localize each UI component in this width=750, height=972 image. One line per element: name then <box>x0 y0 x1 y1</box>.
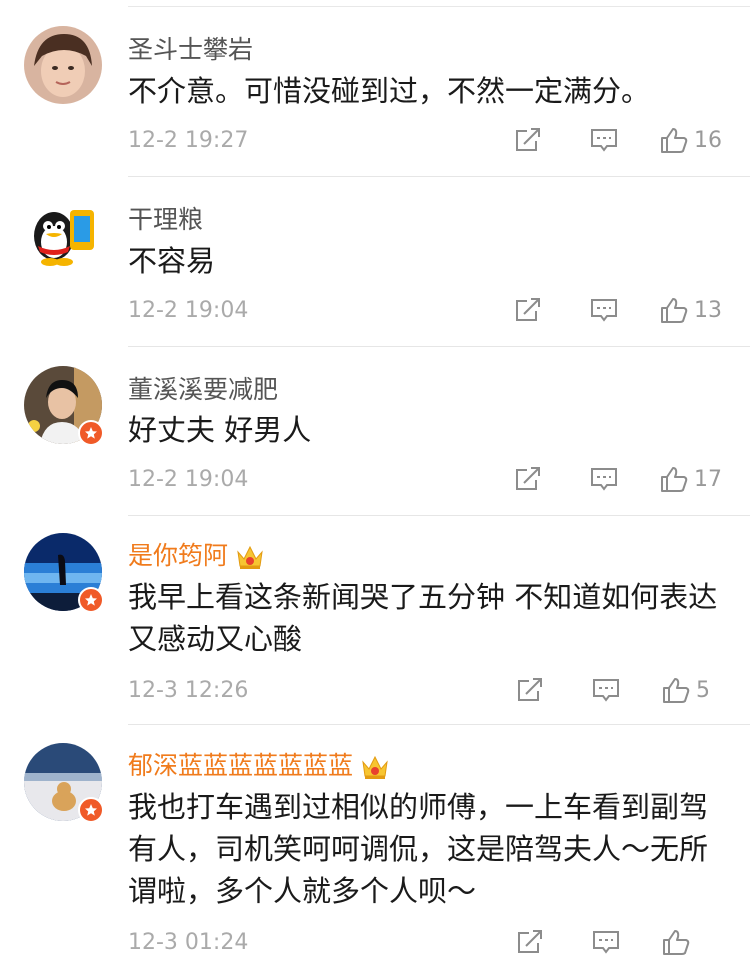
like-icon <box>663 930 690 955</box>
comment-actions: 5 <box>516 676 722 704</box>
divider <box>128 515 750 516</box>
reply-icon[interactable] <box>590 296 618 324</box>
share-icon[interactable] <box>514 296 542 324</box>
comment-actions: 17 <box>514 465 722 493</box>
avatar[interactable] <box>24 366 104 446</box>
username[interactable]: 干理粮 <box>128 200 203 236</box>
username[interactable]: 郁深蓝蓝蓝蓝蓝蓝蓝 <box>128 746 389 782</box>
like-button[interactable] <box>662 928 722 956</box>
like-count: 13 <box>694 297 722 323</box>
comment-text: 不容易 <box>128 244 216 278</box>
username-text: 郁深蓝蓝蓝蓝蓝蓝蓝 <box>128 751 354 780</box>
avatar[interactable] <box>24 743 104 823</box>
timestamp: 12-2 19:04 <box>128 467 249 492</box>
username[interactable]: 圣斗士攀岩 <box>128 30 253 66</box>
top-divider <box>128 6 750 7</box>
like-button[interactable]: 13 <box>660 296 722 324</box>
avatar[interactable] <box>24 26 102 104</box>
like-button[interactable]: 16 <box>660 126 722 154</box>
verified-badge-icon <box>78 587 104 613</box>
like-count: 5 <box>696 677 710 703</box>
username[interactable]: 董溪溪要减肥 <box>128 370 278 406</box>
avatar[interactable] <box>24 196 102 274</box>
comment-text: 不介意。可惜没碰到过，不然一定满分。 <box>128 74 651 108</box>
reply-icon[interactable] <box>590 465 618 493</box>
like-button[interactable]: 5 <box>662 676 722 704</box>
comment-text: 我早上看这条新闻哭了五分钟 不知道如何表达 又感动又心酸 <box>128 580 718 656</box>
like-count: 17 <box>694 466 722 492</box>
timestamp: 12-3 12:26 <box>128 678 249 703</box>
comment-actions: 13 <box>514 296 722 324</box>
like-icon <box>661 128 688 153</box>
share-icon[interactable] <box>514 126 542 154</box>
comment-text: 好丈夫 好男人 <box>128 413 312 447</box>
vip-crown-icon <box>362 755 388 779</box>
like-icon <box>663 678 690 703</box>
like-count: 16 <box>694 127 722 153</box>
share-icon[interactable] <box>516 928 544 956</box>
divider <box>128 724 750 725</box>
like-button[interactable]: 17 <box>660 465 722 493</box>
comment-actions <box>516 928 722 956</box>
comment-actions: 16 <box>514 126 722 154</box>
divider <box>128 176 750 177</box>
verified-badge-icon <box>78 797 104 823</box>
divider <box>128 346 750 347</box>
verified-badge-icon <box>78 420 104 446</box>
timestamp: 12-2 19:04 <box>128 298 249 323</box>
comment-text: 我也打车遇到过相似的师傅，一上车看到副驾有人，司机笑呵呵调侃，这是陪驾夫人～无所… <box>128 790 709 908</box>
timestamp: 12-3 01:24 <box>128 930 249 955</box>
like-icon <box>661 467 688 492</box>
reply-icon[interactable] <box>590 126 618 154</box>
avatar[interactable] <box>24 533 104 613</box>
username-text: 是你筠阿 <box>128 541 229 570</box>
like-icon <box>661 298 688 323</box>
reply-icon[interactable] <box>592 928 620 956</box>
share-icon[interactable] <box>514 465 542 493</box>
username[interactable]: 是你筠阿 <box>128 536 264 572</box>
timestamp: 12-2 19:27 <box>128 128 249 153</box>
reply-icon[interactable] <box>592 676 620 704</box>
vip-crown-icon <box>237 545 263 569</box>
share-icon[interactable] <box>516 676 544 704</box>
